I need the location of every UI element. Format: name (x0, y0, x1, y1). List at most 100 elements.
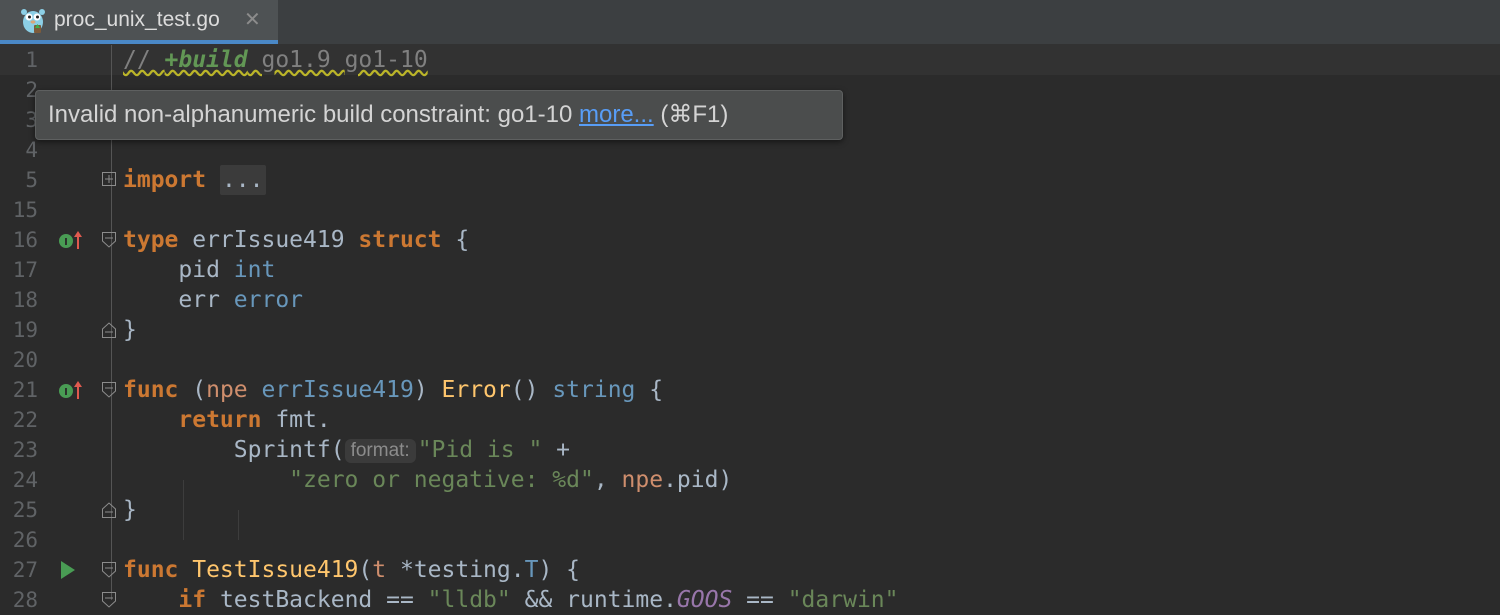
type-name: errIssue419 (247, 377, 414, 403)
run-icon[interactable] (60, 561, 76, 579)
tab-filename: proc_unix_test.go (54, 8, 220, 31)
code-text[interactable]: Sprintf(format: "Pid is " + (123, 435, 570, 465)
punctuation: ) { (538, 557, 581, 583)
line-number: 19 (12, 318, 38, 342)
comment: // (123, 47, 165, 73)
collapse-fold-icon[interactable] (101, 560, 119, 580)
expand-fold-icon[interactable] (101, 170, 119, 190)
line-number: 27 (12, 558, 38, 582)
line-number: 16 (12, 228, 38, 252)
type-name: string (552, 377, 636, 403)
tab-proc-unix-test[interactable]: proc_unix_test.go ✕ (0, 0, 278, 44)
function-name: Error (441, 377, 511, 403)
code-text[interactable]: return fmt. (123, 405, 331, 435)
parameter: t (372, 557, 387, 583)
operator: == (732, 587, 788, 613)
punctuation: } (123, 317, 137, 343)
code-line: 19 } (0, 315, 1500, 345)
line-number: 2 (25, 78, 38, 102)
collapse-fold-icon[interactable] (101, 380, 119, 400)
code-text[interactable]: func TestIssue419(t *testing.T) { (123, 555, 580, 585)
collapse-fold-icon[interactable] (101, 590, 119, 610)
code-line: 24 "zero or negative: %d", npe.pid) (0, 465, 1500, 495)
type-name: T (524, 557, 539, 583)
code-line: 22 return fmt. (0, 405, 1500, 435)
code-line: 17 pid int (0, 255, 1500, 285)
identifier (898, 587, 912, 613)
identifier: && runtime. (510, 587, 677, 613)
code-text[interactable]: import ... (123, 165, 266, 195)
code-text[interactable]: } (123, 315, 137, 345)
code-text[interactable]: if testBackend == "lldb" && runtime.GOOS… (123, 585, 912, 615)
code-line: 21 I func (npe errIssue419) Error() stri… (0, 375, 1500, 405)
line-number: 23 (12, 438, 38, 462)
string-literal: "zero or negative: %d" (289, 467, 594, 493)
receiver: npe (621, 467, 664, 493)
tooltip-message: Invalid non-alphanumeric build constrain… (48, 101, 579, 128)
code-text[interactable]: } (123, 495, 137, 525)
identifier: *testing. (386, 557, 525, 583)
function-name: TestIssue419 (178, 557, 359, 583)
code-line: 18 err error (0, 285, 1500, 315)
code-line: 26 (0, 525, 1500, 555)
line-number: 22 (12, 408, 38, 432)
line-number: 20 (12, 348, 38, 372)
collapse-fold-icon[interactable] (101, 230, 119, 250)
line-number: 1 (25, 48, 38, 72)
keyword: func (123, 377, 179, 403)
code-line: 20 (0, 345, 1500, 375)
string-literal: "darwin" (787, 587, 899, 613)
error-tooltip: Invalid non-alphanumeric build constrain… (35, 90, 843, 140)
fold-end-icon[interactable] (101, 500, 119, 520)
editor-tab-bar: proc_unix_test.go ✕ (0, 0, 1500, 45)
code-text[interactable]: func (npe errIssue419) Error() string { (123, 375, 663, 405)
implemented-interface-icon[interactable]: I (56, 379, 86, 401)
identifier: errIssue419 (178, 227, 359, 253)
code-line: 27 func TestIssue419(t *testing.T) { (0, 555, 1500, 585)
folded-region[interactable]: ... (219, 165, 266, 195)
tab-close-icon[interactable]: ✕ (244, 7, 261, 31)
invalid-constraint: go1-10 (344, 47, 428, 73)
keyword: import (123, 167, 207, 193)
punctuation: ( (178, 377, 207, 403)
tooltip-shortcut: (⌘F1) (653, 101, 729, 128)
tooltip-more-link[interactable]: more... (579, 101, 654, 128)
code-text[interactable]: pid int (123, 255, 275, 285)
line-number: 24 (12, 468, 38, 492)
identifier: err (123, 287, 234, 313)
code-text[interactable]: "zero or negative: %d", npe.pid) (123, 465, 732, 495)
keyword: return (178, 407, 262, 433)
punctuation: } (123, 497, 137, 523)
keyword: struct (358, 227, 442, 253)
line-number: 28 (12, 588, 38, 612)
comment: go1.9 (247, 47, 345, 73)
code-line: 28 if testBackend == "lldb" && runtime.G… (0, 585, 1500, 615)
code-line: 16 I type errIssue419 struct { (0, 225, 1500, 255)
implemented-interface-icon[interactable]: I (56, 229, 86, 251)
line-number: 25 (12, 498, 38, 522)
line-number: 26 (12, 528, 38, 552)
code-text[interactable]: err error (123, 285, 303, 315)
keyword: func (123, 557, 179, 583)
parameter-hint: format: (344, 439, 416, 463)
line-number: 17 (12, 258, 38, 282)
operator: + (542, 437, 571, 463)
punctuation: () (510, 377, 553, 403)
function-call: Sprintf( (123, 437, 345, 463)
constant: GOOS (676, 587, 733, 613)
fold-end-icon[interactable] (101, 320, 119, 340)
identifier: fmt. (261, 407, 331, 433)
code-line: 15 (0, 195, 1500, 225)
code-text[interactable]: type errIssue419 struct { (123, 225, 469, 255)
keyword: type (123, 227, 179, 253)
code-text[interactable]: // +build go1.9 go1-10 (123, 45, 428, 75)
build-directive: +build (164, 47, 248, 73)
punctuation: ) (413, 377, 442, 403)
punctuation: , (593, 467, 622, 493)
type-name: int (233, 257, 276, 283)
type-name: error (233, 287, 304, 313)
identifier: pid (123, 257, 234, 283)
line-number: 15 (12, 198, 38, 222)
